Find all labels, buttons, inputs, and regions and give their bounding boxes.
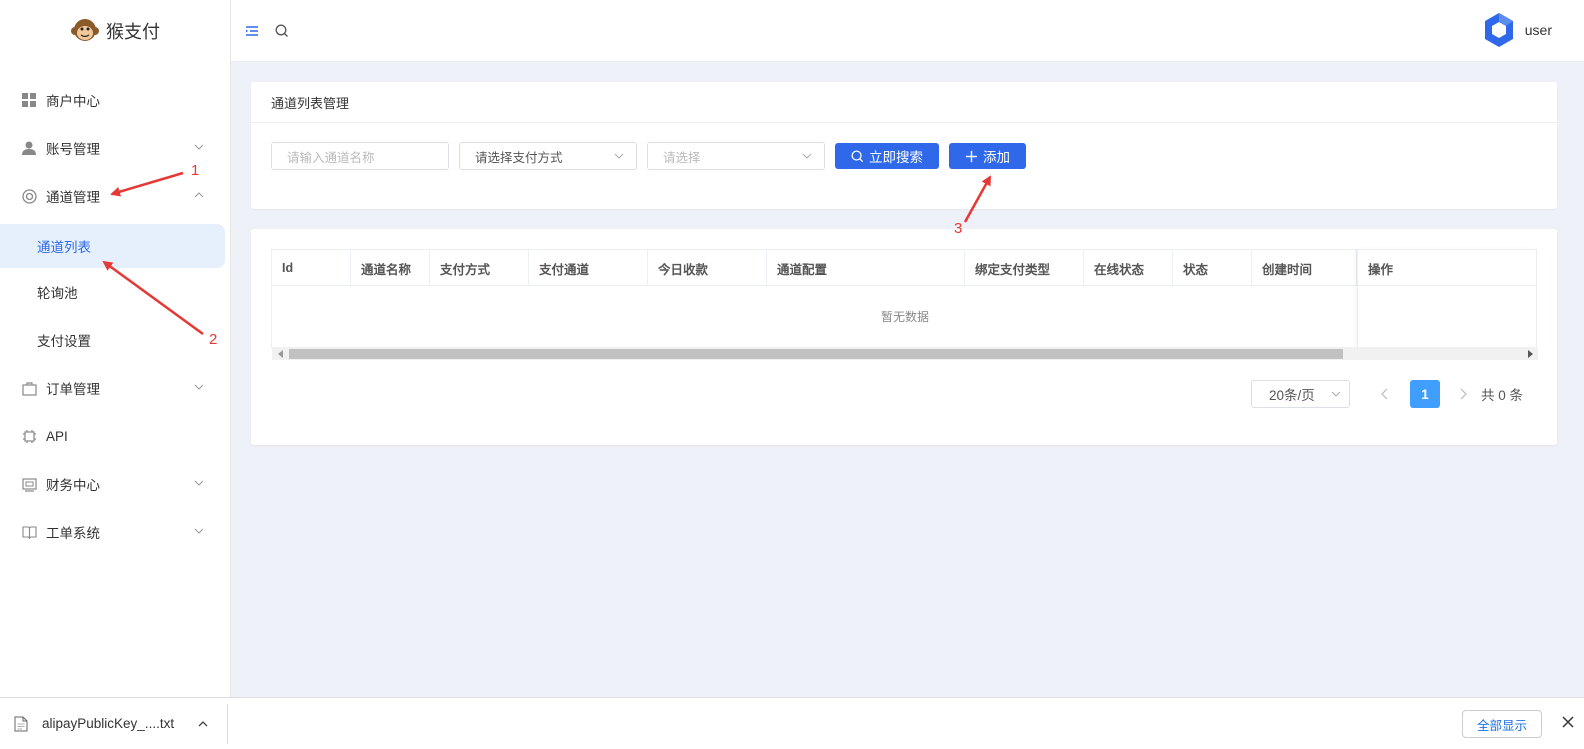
column-header[interactable]: 状态 <box>1173 250 1252 286</box>
search-button[interactable]: 立即搜索 <box>835 143 939 169</box>
column-header[interactable]: 支付方式 <box>430 250 529 286</box>
show-all-button[interactable]: 全部显示 <box>1462 710 1542 738</box>
sidebar-item-finance[interactable]: 财务中心 <box>0 460 230 508</box>
empty-text: 暂无数据 <box>880 310 929 324</box>
app-logo-text: 猴支付 <box>106 22 160 42</box>
bag-icon <box>21 380 37 396</box>
pagination-total: 共 0 条 <box>1480 388 1523 403</box>
download-bar: alipayPublicKey_....txt 全部显示 <box>0 697 1584 749</box>
search-icon[interactable] <box>275 24 289 38</box>
topbar: user <box>231 0 1584 62</box>
user-name: user <box>1524 22 1552 38</box>
chevron-down-icon <box>1331 391 1341 397</box>
page-size-value: 20条/页 <box>1268 388 1315 403</box>
search-button-label: 立即搜索 <box>869 150 923 165</box>
sidebar-item-channel[interactable]: 通道管理 <box>0 172 230 220</box>
chip-icon <box>21 428 37 444</box>
grid-icon <box>21 92 37 108</box>
column-header[interactable]: 绑定支付类型 <box>965 250 1084 286</box>
sidebar-item-ticket[interactable]: 工单系统 <box>0 508 230 556</box>
pay-method-value: 请选择支付方式 <box>475 150 563 165</box>
sidebar-item-account[interactable]: 账号管理 <box>0 124 230 172</box>
column-header[interactable]: 在线状态 <box>1084 250 1173 286</box>
column-header[interactable]: 通道名称 <box>351 250 430 286</box>
sidebar-item-label: 通道管理 <box>46 190 100 205</box>
sidebar-item-api[interactable]: API <box>0 412 230 460</box>
sidebar-item-orders[interactable]: 订单管理 <box>0 364 230 412</box>
sidebar-subitem-label: 支付设置 <box>37 334 91 349</box>
sidebar-subitem-channel-list[interactable]: 通道列表 <box>0 224 225 268</box>
add-button-label: 添加 <box>983 150 1010 165</box>
plus-icon <box>965 150 978 162</box>
chevron-right-icon[interactable] <box>1458 388 1468 400</box>
file-icon <box>14 716 28 731</box>
sidebar-item-merchant-center[interactable]: 商户中心 <box>0 76 230 124</box>
monkey-logo-icon <box>71 19 99 41</box>
chevron-left-icon[interactable] <box>1380 388 1390 400</box>
chevron-up-icon <box>194 192 204 198</box>
filter-panel: 通道列表管理 请输入通道名称 请选择支付方式 请选择 立即搜索 添加 <box>251 82 1557 209</box>
menu-fold-icon[interactable] <box>245 24 259 38</box>
scroll-right-icon[interactable] <box>1528 350 1533 358</box>
sidebar-subitem-label: 轮询池 <box>37 286 78 301</box>
close-icon[interactable] <box>1562 716 1574 728</box>
sidebar-item-label: 商户中心 <box>46 94 100 109</box>
sidebar-item-label: 账号管理 <box>46 142 100 157</box>
download-item[interactable]: alipayPublicKey_....txt <box>0 703 228 744</box>
type-select[interactable]: 请选择 <box>647 142 825 170</box>
fixed-column-shadow <box>1357 249 1536 347</box>
chevron-up-icon[interactable] <box>198 720 208 728</box>
sidebar-item-label: 订单管理 <box>46 382 100 397</box>
pay-method-select[interactable]: 请选择支付方式 <box>459 142 637 170</box>
sidebar-subitem-polling-pool[interactable]: 轮询池 <box>0 268 230 316</box>
book-icon <box>21 524 37 540</box>
column-header[interactable]: Id <box>272 250 351 286</box>
table-panel: Id 通道名称 支付方式 支付通道 今日收款 通道配置 绑定支付类型 在线状态 … <box>251 229 1557 445</box>
sidebar: 猴支付 商户中心 账号管理 通道管理 通道列表 轮询池 支付设置 订单管理 AP… <box>0 0 231 697</box>
app-logo[interactable]: 猴支付 <box>0 0 230 62</box>
table-body: 暂无数据 <box>272 249 1538 360</box>
download-file-name: alipayPublicKey_....txt <box>42 716 175 731</box>
filter-bar: 请输入通道名称 请选择支付方式 请选择 立即搜索 添加 <box>271 142 1026 170</box>
chevron-down-icon <box>802 153 812 159</box>
chevron-down-icon <box>194 144 204 150</box>
search-icon <box>851 149 864 162</box>
sidebar-item-label: API <box>46 428 68 444</box>
scroll-left-icon[interactable] <box>278 350 283 358</box>
add-button[interactable]: 添加 <box>949 143 1026 169</box>
column-header[interactable]: 创建时间 <box>1252 250 1357 286</box>
channel-name-input[interactable]: 请输入通道名称 <box>271 142 449 170</box>
pagination: 20条/页 1 共 0 条 <box>1250 380 1523 408</box>
user-icon <box>21 140 37 156</box>
sidebar-subitem-label: 通道列表 <box>37 240 91 255</box>
table-header: Id 通道名称 支付方式 支付通道 今日收款 通道配置 绑定支付类型 在线状态 … <box>272 250 1536 286</box>
chevron-down-icon <box>194 480 204 486</box>
page-size-select[interactable]: 20条/页 <box>1250 380 1350 408</box>
column-header[interactable]: 支付通道 <box>529 250 648 286</box>
scroll-thumb[interactable] <box>289 349 1343 359</box>
chevron-down-icon <box>194 528 204 534</box>
column-header[interactable]: 通道配置 <box>767 250 965 286</box>
panel-title: 通道列表管理 <box>251 82 1557 123</box>
chevron-down-icon <box>614 153 624 159</box>
sidebar-item-label: 财务中心 <box>46 478 100 493</box>
column-header[interactable]: 今日收款 <box>648 250 767 286</box>
horizontal-scrollbar[interactable] <box>272 347 1538 360</box>
sidebar-subitem-pay-settings[interactable]: 支付设置 <box>0 316 230 364</box>
page-number-current[interactable]: 1 <box>1409 380 1440 408</box>
chevron-down-icon <box>194 384 204 390</box>
channel-table: Id 通道名称 支付方式 支付通道 今日收款 通道配置 绑定支付类型 在线状态 … <box>271 249 1538 360</box>
wallet-icon <box>21 476 37 492</box>
sidebar-menu: 商户中心 账号管理 通道管理 通道列表 轮询池 支付设置 订单管理 API 财务… <box>0 62 230 556</box>
user-menu[interactable]: user <box>1483 12 1552 48</box>
hexagon-logo-icon <box>1484 13 1513 47</box>
channel-name-placeholder: 请输入通道名称 <box>287 150 375 165</box>
type-select-placeholder: 请选择 <box>663 150 701 165</box>
sidebar-item-label: 工单系统 <box>46 526 100 541</box>
lifebuoy-icon <box>21 188 37 204</box>
